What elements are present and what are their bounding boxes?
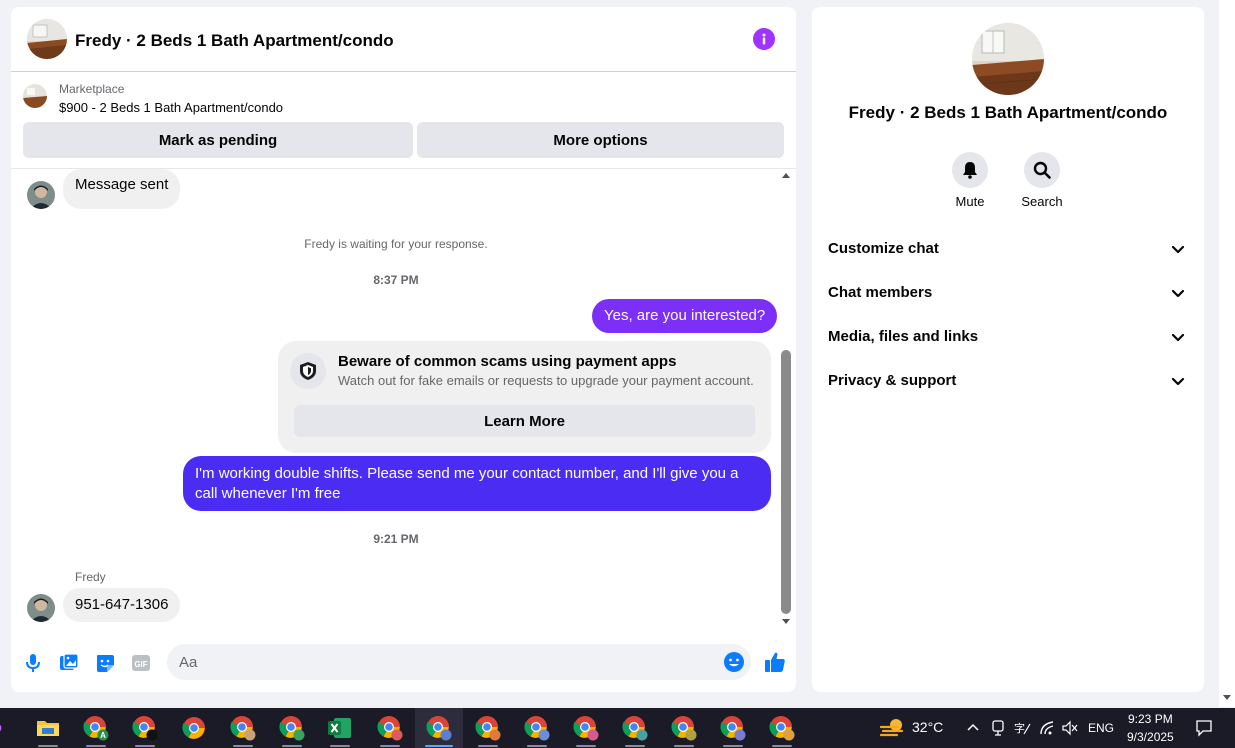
chrome-profile-icon[interactable] <box>562 708 610 748</box>
clock-time[interactable]: 9:23 PM <box>1128 712 1173 726</box>
scroll-up-arrow[interactable] <box>782 173 790 178</box>
contact-avatar[interactable] <box>27 181 55 209</box>
marketplace-bar: Marketplace $900 - 2 Beds 1 Bath Apartme… <box>11 72 796 169</box>
notification-icon[interactable] <box>1195 719 1213 737</box>
temperature[interactable]: 32°C <box>912 719 943 735</box>
outgoing-message[interactable]: Yes, are you interested? <box>592 299 778 333</box>
scam-warning-card: Beware of common scams using payment app… <box>278 341 771 453</box>
message-list[interactable]: Message sent Fredy is waiting for your r… <box>11 169 796 629</box>
gif-icon[interactable]: GIF <box>130 652 152 674</box>
composer: GIF <box>11 637 796 687</box>
thumbs-up-icon[interactable] <box>763 650 787 674</box>
wifi-icon[interactable] <box>1039 720 1057 736</box>
profile-avatar[interactable] <box>972 23 1044 95</box>
chrome-profile-icon[interactable] <box>513 708 561 748</box>
shield-icon <box>290 353 326 389</box>
scrollbar-thumb[interactable] <box>781 350 791 614</box>
search-action[interactable]: Search <box>1012 152 1072 209</box>
section-label: Customize chat <box>828 240 939 257</box>
chrome-profile-icon[interactable] <box>758 708 806 748</box>
chrome-profile-icon-active[interactable] <box>415 708 463 748</box>
chrome-profile-icon[interactable] <box>611 708 659 748</box>
section-media-files-links[interactable]: Media, files and links <box>812 315 1204 359</box>
bell-icon <box>963 162 977 179</box>
section-customize-chat[interactable]: Customize chat <box>812 227 1204 271</box>
info-icon <box>762 33 766 45</box>
warning-title: Beware of common scams using payment app… <box>338 353 677 370</box>
emoji-icon[interactable] <box>723 651 745 673</box>
svg-text:A: A <box>100 731 106 740</box>
svg-text:字: 字 <box>1014 721 1025 735</box>
chrome-profile-icon[interactable] <box>219 708 267 748</box>
svg-text:GIF: GIF <box>134 660 147 669</box>
chrome-profile-icon[interactable] <box>660 708 708 748</box>
section-privacy-support[interactable]: Privacy & support <box>812 359 1204 403</box>
chat-header: Fredy · 2 Beds 1 Bath Apartment/condo <box>11 7 796 72</box>
chat-panel: Fredy · 2 Beds 1 Bath Apartment/condo Ma… <box>11 7 796 692</box>
section-label: Privacy & support <box>828 372 957 389</box>
message-bubble[interactable]: Message sent <box>63 169 181 209</box>
contact-avatar[interactable] <box>27 594 55 622</box>
message-input[interactable] <box>167 644 751 680</box>
chrome-icon[interactable] <box>170 708 218 748</box>
mark-pending-button[interactable]: Mark as pending <box>23 122 413 158</box>
chrome-profile-icon[interactable] <box>268 708 316 748</box>
chat-avatar[interactable] <box>27 19 67 59</box>
chevron-down-icon <box>1171 245 1185 254</box>
language-indicator[interactable]: ENG <box>1088 721 1114 735</box>
conversation-info-panel: Fredy · 2 Beds 1 Bath Apartment/condo Mu… <box>812 7 1204 692</box>
learn-more-button[interactable]: Learn More <box>294 405 755 437</box>
listing-title[interactable]: $900 - 2 Beds 1 Bath Apartment/condo <box>59 100 283 115</box>
search-icon <box>1033 161 1051 179</box>
outgoing-message[interactable]: I'm working double shifts. Please send m… <box>183 456 771 511</box>
mute-label: Mute <box>955 194 985 209</box>
chrome-profile-icon[interactable] <box>366 708 414 748</box>
copilot-icon[interactable] <box>0 708 6 748</box>
chevron-up-icon[interactable] <box>966 722 980 732</box>
windows-taskbar: A 32°C 字 ENG 9:23 PM 9/3/2025 <box>0 708 1235 748</box>
listing-thumbnail[interactable] <box>23 84 47 108</box>
section-chat-members[interactable]: Chat members <box>812 271 1204 315</box>
section-label: Media, files and links <box>828 328 979 345</box>
profile-title: Fredy · 2 Beds 1 Bath Apartment/condo <box>848 103 1168 122</box>
mute-action[interactable]: Mute <box>940 152 1000 209</box>
chevron-down-icon <box>1171 333 1185 342</box>
sticker-icon[interactable] <box>94 652 116 674</box>
photo-icon[interactable] <box>58 652 80 674</box>
input-indicator-icon[interactable]: 字 <box>1013 720 1031 736</box>
chat-title[interactable]: Fredy · 2 Beds 1 Bath Apartment/condo <box>75 31 394 51</box>
clock-date[interactable]: 9/3/2025 <box>1127 730 1174 744</box>
timestamp: 8:37 PM <box>373 273 419 287</box>
chrome-profile-icon[interactable] <box>121 708 169 748</box>
weather-icon[interactable] <box>880 717 906 739</box>
incoming-message[interactable]: 951-647-1306 <box>63 588 181 622</box>
chevron-down-icon <box>1171 377 1185 386</box>
marketplace-label: Marketplace <box>59 82 125 96</box>
file-explorer-icon[interactable] <box>24 708 72 748</box>
chrome-profile-a-icon[interactable]: A <box>72 708 120 748</box>
waiting-notice: Fredy is waiting for your response. <box>304 237 488 251</box>
chrome-profile-icon[interactable] <box>709 708 757 748</box>
microphone-icon[interactable] <box>22 652 44 674</box>
sender-name: Fredy <box>75 570 106 584</box>
timestamp: 9:21 PM <box>373 532 419 546</box>
search-label: Search <box>1021 194 1063 209</box>
page-scroll-down-arrow[interactable] <box>1223 695 1231 700</box>
page-scrollbar[interactable] <box>1219 0 1235 707</box>
scroll-down-arrow[interactable] <box>782 619 790 624</box>
section-label: Chat members <box>828 284 933 301</box>
excel-icon[interactable] <box>316 708 364 748</box>
info-button[interactable] <box>753 28 775 50</box>
chevron-down-icon <box>1171 289 1185 298</box>
meet-now-icon[interactable] <box>990 719 1006 737</box>
chrome-profile-icon[interactable] <box>464 708 512 748</box>
volume-muted-icon[interactable] <box>1061 720 1079 736</box>
warning-subtitle: Watch out for fake emails or requests to… <box>338 373 754 388</box>
more-options-button[interactable]: More options <box>417 122 784 158</box>
